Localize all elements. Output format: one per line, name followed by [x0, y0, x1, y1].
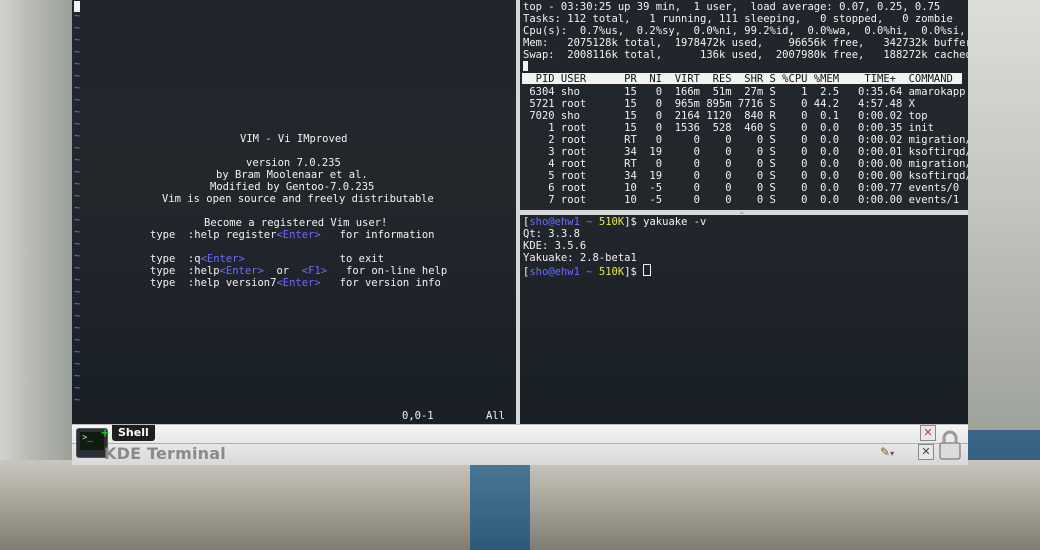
vim-help-line-register: type :help register<Enter> for informati… [150, 229, 435, 241]
vim-title: VIM - Vi IMproved [240, 133, 348, 145]
vim-help-line-version: type :help version7<Enter> for version i… [150, 277, 441, 289]
vim-tilde-line: ~ [74, 202, 81, 214]
vim-status-position: 0,0-1 [402, 410, 434, 422]
top-summary-tasks: Tasks: 112 total, 1 running, 111 sleepin… [523, 13, 953, 25]
vim-tilde-line: ~ [74, 70, 81, 82]
close-tab-icon[interactable]: ✕ [920, 425, 936, 441]
vim-tilde-line: ~ [74, 130, 81, 142]
shell-output-qt: Qt: 3.3.8 [523, 228, 580, 240]
vim-tilde-line: ~ [74, 322, 81, 334]
shell-cursor [643, 264, 652, 276]
top-summary-uptime: top - 03:30:25 up 39 min, 1 user, load a… [523, 1, 941, 13]
vim-tilde-line: ~ [74, 238, 81, 250]
vim-tilde-line: ~ [74, 118, 81, 130]
top-pane[interactable]: top - 03:30:25 up 39 min, 1 user, load a… [520, 0, 968, 210]
shell-prompt-line: [sho@ehw1 ~ 510K]$ yakuake -v [523, 216, 707, 228]
vim-tilde-column: ~ ~ ~ ~ ~ ~ ~ ~ ~ ~ ~ ~ ~ ~ ~ ~ ~ ~ ~ ~ ~ ~ ~ ~ ~ ~ ~ ~ ~ ~ ~ ~ ~ [74, 10, 80, 406]
vim-tilde-line: ~ [74, 154, 81, 166]
top-summary-mem: Mem: 2075128k total, 1978472k used, 9665… [523, 37, 968, 49]
vim-tilde-line: ~ [74, 250, 81, 262]
desktop-background-right [968, 0, 1040, 430]
vim-tilde-line: ~ [74, 214, 81, 226]
shell-pane[interactable]: [sho@ehw1 ~ 510K]$ yakuake -v Qt: 3.3.8 … [520, 215, 968, 424]
vim-help-line-help: type :help<Enter> or <F1> for on-line he… [150, 265, 448, 277]
vim-tilde-line: ~ [74, 346, 81, 358]
vim-tilde-line: ~ [74, 262, 81, 274]
yakuake-tab-bar: >_ + Shell KDE Terminal ✕ ✎▾ ✕ [72, 424, 968, 465]
vim-tilde-line: ~ [74, 274, 81, 286]
vim-tilde-line: ~ [74, 106, 81, 118]
vim-version: version 7.0.235 [246, 157, 341, 169]
shell-prompt-line-current[interactable]: [sho@ehw1 ~ 510K]$ [523, 264, 652, 278]
vim-tilde-line: ~ [74, 286, 81, 298]
process-row: 6304 sho 15 0 166m 51m 27m S 1 2.5 0:35.… [523, 86, 966, 98]
process-row: 7020 sho 15 0 2164 1120 840 R 0 0.1 0:00… [523, 110, 928, 122]
config-menu-icon[interactable]: ✎▾ [880, 445, 894, 459]
vim-tilde-line: ~ [74, 178, 81, 190]
shell-output-kde: KDE: 3.5.6 [523, 240, 587, 252]
close-icon[interactable]: ✕ [918, 444, 934, 460]
process-row: 6 root 10 -5 0 0 0 S 0 0.0 0:00.77 event… [523, 182, 960, 194]
vim-tilde-line: ~ [74, 166, 81, 178]
vim-tilde-line: ~ [74, 94, 81, 106]
process-row: 2 root RT 0 0 0 0 S 0 0.0 0:00.02 migrat… [523, 134, 968, 146]
vim-tilde-line: ~ [74, 394, 81, 406]
top-cursor [523, 61, 528, 71]
vim-author: by Bram Moolenaar et al. [216, 169, 368, 181]
vim-tilde-line: ~ [74, 190, 81, 202]
vim-tilde-line: ~ [74, 382, 81, 394]
vim-pane[interactable]: ~ ~ ~ ~ ~ ~ ~ ~ ~ ~ ~ ~ ~ ~ ~ ~ ~ ~ ~ ~ ~ ~ ~ ~ ~ ~ ~ ~ ~ ~ ~ ~ ~ VIM - … [72, 0, 516, 424]
vim-tilde-line: ~ [74, 370, 81, 382]
vim-tilde-line: ~ [74, 46, 81, 58]
shell-command: yakuake -v [636, 216, 707, 228]
window-title: KDE Terminal [104, 444, 226, 463]
process-row: 5 root 34 19 0 0 0 S 0 0.0 0:00.00 ksoft… [523, 170, 968, 182]
shell-output-yakuake: Yakuake: 2.8-beta1 [523, 252, 637, 264]
vim-tilde-line: ~ [74, 58, 81, 70]
vim-status-all: All [486, 410, 505, 422]
process-row: 7 root 10 -5 0 0 0 S 0 0.0 0:00.00 event… [523, 194, 960, 206]
vim-tilde-line: ~ [74, 22, 81, 34]
vim-tilde-line: ~ [74, 34, 81, 46]
process-row: 4 root RT 0 0 0 0 S 0 0.0 0:00.00 migrat… [523, 158, 968, 170]
vim-tilde-line: ~ [74, 310, 81, 322]
top-column-header: PID USER PR NI VIRT RES SHR S %CPU %MEM … [523, 73, 953, 85]
vim-tilde-line: ~ [74, 358, 81, 370]
top-summary-cpu: Cpu(s): 0.7%us, 0.2%sy, 0.0%ni, 99.2%id,… [523, 25, 968, 37]
tab-shell[interactable]: Shell [112, 425, 155, 441]
vim-license: Vim is open source and freely distributa… [162, 193, 434, 205]
desktop-background-sea [470, 460, 530, 550]
vim-tilde-line: ~ [74, 334, 81, 346]
vim-register-text: Become a registered Vim user! [204, 217, 388, 229]
process-row: 3 root 34 19 0 0 0 S 0 0.0 0:00.01 ksoft… [523, 146, 968, 158]
vim-modified: Modified by Gentoo-7.0.235 [210, 181, 375, 193]
process-row: 1 root 15 0 1536 528 460 S 0 0.0 0:00.35… [523, 122, 934, 134]
process-row: 5721 root 15 0 965m 895m 7716 S 0 44.2 4… [523, 98, 915, 110]
lock-icon[interactable] [938, 430, 962, 460]
top-summary-swap: Swap: 2008116k total, 136k used, 2007980… [523, 49, 968, 61]
vim-tilde-line: ~ [74, 142, 81, 154]
vim-tilde-line: ~ [74, 298, 81, 310]
vim-tilde-line: ~ [74, 10, 81, 22]
vim-tilde-line: ~ [74, 226, 81, 238]
vim-help-line-quit: type :q<Enter> to exit [150, 253, 384, 265]
vim-tilde-line: ~ [74, 82, 81, 94]
